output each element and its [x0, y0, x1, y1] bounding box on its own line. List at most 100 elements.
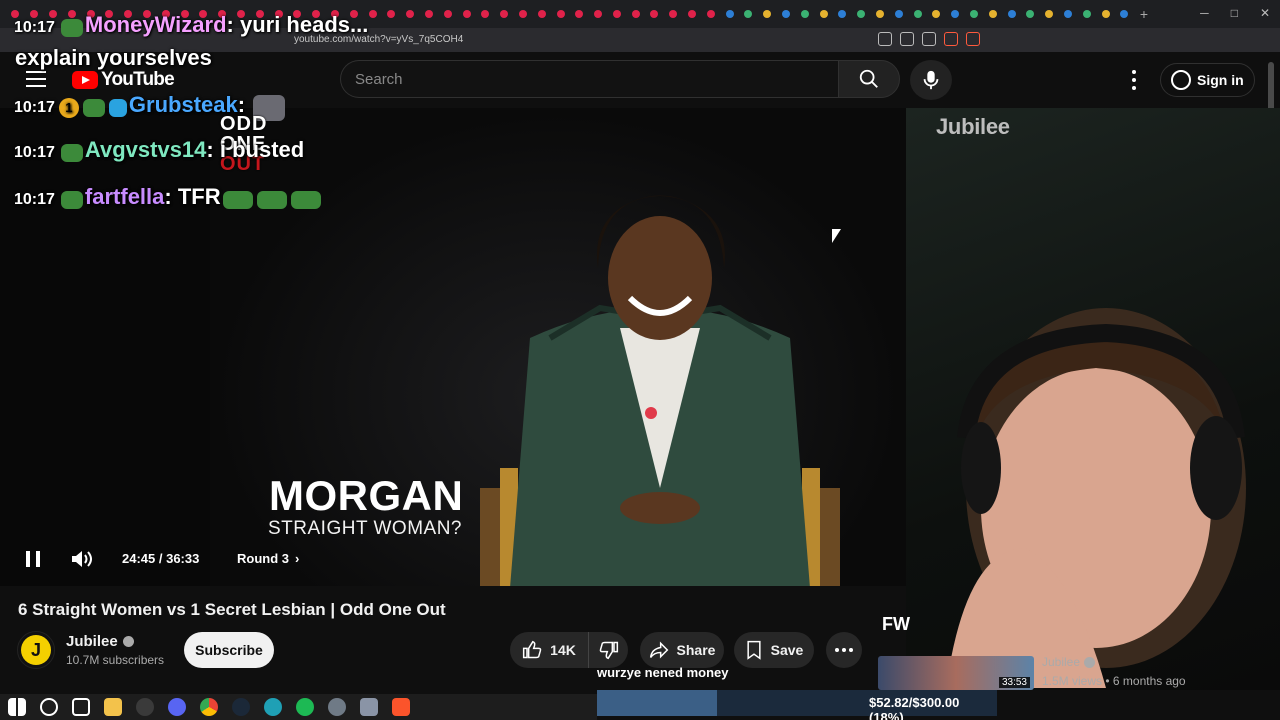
app-icon[interactable]	[360, 698, 378, 716]
browser-tab[interactable]	[720, 0, 739, 28]
browser-tab[interactable]	[570, 0, 589, 28]
browser-tab[interactable]	[795, 0, 814, 28]
browser-tab[interactable]	[420, 0, 439, 28]
new-tab-icon[interactable]: +	[1140, 6, 1148, 22]
brave-shield-icon[interactable]	[944, 32, 958, 46]
search-taskbar-icon[interactable]	[40, 698, 58, 716]
browser-tab[interactable]	[814, 0, 833, 28]
settings-kebab-icon[interactable]	[1126, 70, 1142, 90]
browser-tab[interactable]	[1040, 0, 1059, 28]
browser-tab[interactable]	[1021, 0, 1040, 28]
cast-icon[interactable]	[878, 32, 892, 46]
save-label: Save	[770, 642, 804, 658]
browser-tab[interactable]	[889, 0, 908, 28]
browser-tab[interactable]	[701, 0, 720, 28]
browser-tab[interactable]	[777, 0, 796, 28]
tab-favicon-icon	[744, 10, 753, 18]
browser-tab[interactable]	[946, 0, 965, 28]
browser-tab[interactable]	[532, 0, 551, 28]
browser-tab[interactable]	[1096, 0, 1115, 28]
channel-name-row[interactable]: Jubilee	[66, 633, 134, 650]
menu-icon[interactable]	[26, 71, 46, 87]
zoom-icon[interactable]	[900, 32, 914, 46]
tab-favicon-icon	[838, 10, 847, 18]
pause-icon[interactable]	[26, 551, 40, 567]
browser-tab[interactable]	[589, 0, 608, 28]
browser-tab[interactable]	[908, 0, 927, 28]
browser-tab[interactable]	[645, 0, 664, 28]
search-input[interactable]	[341, 61, 838, 97]
more-actions-icon[interactable]	[826, 632, 862, 668]
browser-tab[interactable]	[965, 0, 984, 28]
browser-tab[interactable]	[382, 0, 401, 28]
tab-favicon-icon	[594, 10, 603, 18]
subscribe-button[interactable]: Subscribe	[184, 632, 274, 668]
steam-icon[interactable]	[232, 698, 250, 716]
browser-tab[interactable]	[551, 0, 570, 28]
browser-tab[interactable]	[1115, 0, 1134, 28]
related-channel[interactable]: Jubilee	[1042, 655, 1096, 669]
browser-tab[interactable]	[476, 0, 495, 28]
browser-tab[interactable]	[457, 0, 476, 28]
account-icon	[1171, 70, 1191, 90]
browser-tab[interactable]	[664, 0, 683, 28]
chrome-icon[interactable]	[200, 698, 218, 716]
spotify-icon[interactable]	[296, 698, 314, 716]
browser-tab[interactable]	[626, 0, 645, 28]
youtube-wordmark: YouTube	[101, 69, 175, 90]
obs-icon[interactable]	[136, 698, 154, 716]
verified-icon	[1084, 656, 1096, 668]
volume-icon[interactable]	[70, 549, 94, 569]
channel-name[interactable]: Jubilee	[66, 633, 118, 650]
browser-tab[interactable]	[1002, 0, 1021, 28]
browser-tab[interactable]	[833, 0, 852, 28]
pepe-emote-icon	[290, 190, 321, 209]
file-explorer-icon[interactable]	[104, 698, 122, 716]
browser-tab[interactable]	[438, 0, 457, 28]
browser-tab[interactable]	[927, 0, 946, 28]
browser-tab[interactable]	[683, 0, 702, 28]
channel-avatar[interactable]: J	[17, 631, 55, 669]
browser-tab[interactable]	[739, 0, 758, 28]
browser-tab[interactable]	[1077, 0, 1096, 28]
voice-search-button[interactable]	[910, 60, 952, 100]
share-label: Share	[676, 642, 716, 658]
tab-favicon-icon	[424, 10, 433, 18]
brave-icon[interactable]	[392, 698, 410, 716]
windows-start-icon[interactable]	[8, 698, 26, 716]
close-icon[interactable]: ✕	[1260, 6, 1270, 20]
edge-icon[interactable]	[264, 698, 282, 716]
sign-in-button[interactable]: Sign in	[1160, 63, 1255, 97]
save-button[interactable]: Save	[734, 632, 814, 668]
window-controls: ─ □ ✕	[1200, 6, 1270, 20]
app-icon[interactable]	[328, 698, 346, 716]
minimize-icon[interactable]: ─	[1200, 6, 1209, 20]
brave-rewards-icon[interactable]	[966, 32, 980, 46]
browser-tab[interactable]	[1059, 0, 1078, 28]
browser-tab[interactable]	[871, 0, 890, 28]
share-button[interactable]: Share	[640, 632, 724, 668]
tab-favicon-icon	[462, 10, 471, 18]
tab-favicon-icon	[575, 10, 584, 18]
browser-tab[interactable]	[401, 0, 420, 28]
browser-tab[interactable]	[758, 0, 777, 28]
search-button[interactable]	[838, 60, 900, 98]
discord-icon[interactable]	[168, 698, 186, 716]
maximize-icon[interactable]: □	[1231, 6, 1238, 20]
chapter-button[interactable]: Round 3 ›	[237, 551, 299, 566]
tab-favicon-icon	[500, 10, 509, 18]
related-video-thumbnail[interactable]: 33:53	[878, 656, 1034, 690]
like-button[interactable]: 14K	[510, 632, 588, 668]
tab-favicon-icon	[970, 10, 979, 18]
pepe-emote-icon	[60, 143, 83, 162]
youtube-logo[interactable]: YouTube	[72, 69, 175, 91]
share-page-icon[interactable]	[922, 32, 936, 46]
browser-tab[interactable]	[983, 0, 1002, 28]
browser-tab[interactable]	[495, 0, 514, 28]
lower-third-name: MORGAN	[269, 472, 464, 519]
browser-tab[interactable]	[852, 0, 871, 28]
browser-tab[interactable]	[608, 0, 627, 28]
task-view-icon[interactable]	[72, 698, 90, 716]
dislike-button[interactable]	[588, 632, 628, 668]
browser-tab[interactable]	[514, 0, 533, 28]
